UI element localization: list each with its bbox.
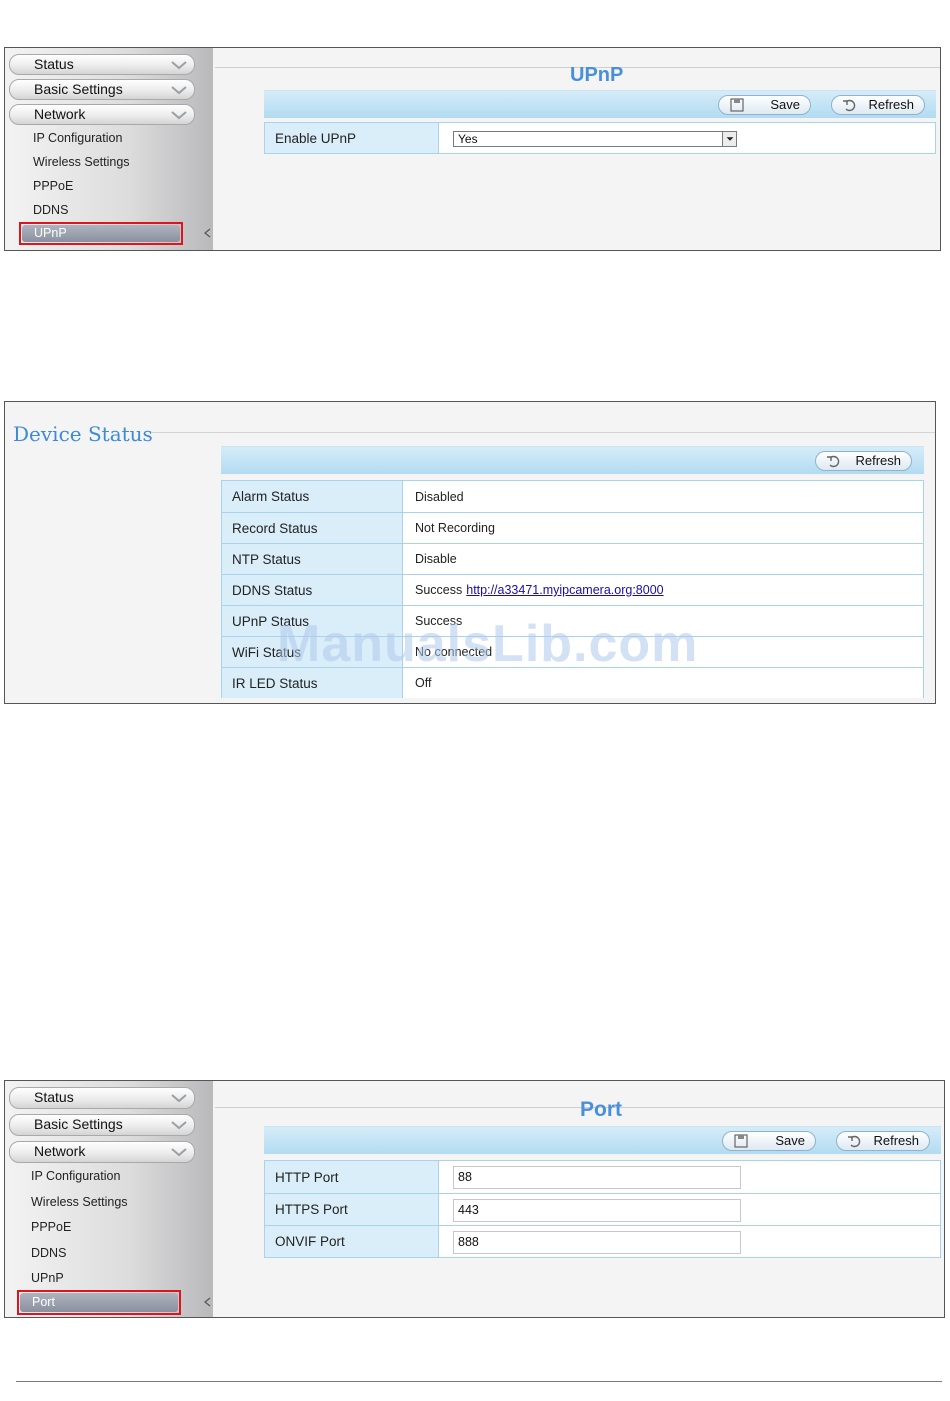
menu-status[interactable]: Status (9, 1087, 195, 1109)
enable-upnp-select[interactable]: Yes (453, 131, 737, 147)
field-label: Enable UPnP (265, 123, 439, 153)
save-icon (730, 98, 744, 112)
submenu-pppoe[interactable]: PPPoE (33, 178, 73, 194)
field-value-cell: 443 (439, 1194, 940, 1225)
submenu-label: UPnP (22, 225, 180, 242)
chevron-down-icon (171, 61, 187, 70)
status-label: NTP Status (222, 544, 403, 574)
refresh-button[interactable]: Refresh (836, 1131, 930, 1151)
ddns-url-link[interactable]: http://a33471.myipcamera.org:8000 (466, 583, 663, 597)
save-button[interactable]: Save (722, 1131, 816, 1151)
form-row: ONVIF Port 888 (265, 1225, 940, 1257)
upnp-form: Enable UPnP Yes (264, 122, 936, 154)
chevron-down-icon (171, 86, 187, 95)
field-value-cell: Yes (439, 123, 935, 153)
refresh-label: Refresh (868, 97, 914, 112)
chevron-down-icon (171, 111, 187, 120)
save-label: Save (770, 97, 800, 112)
status-value: Disable (403, 544, 923, 574)
action-toolbar: Refresh (221, 446, 924, 474)
refresh-label: Refresh (873, 1133, 919, 1148)
device-status-panel: Device Status Refresh Alarm Status Disab… (4, 401, 936, 704)
refresh-icon (848, 1135, 861, 1148)
status-value: Success (415, 583, 463, 597)
https-port-input[interactable]: 443 (453, 1199, 741, 1222)
header-divider (151, 432, 935, 433)
menu-network[interactable]: Network (9, 1141, 195, 1163)
status-value: Disabled (403, 481, 923, 512)
http-port-input[interactable]: 88 (453, 1166, 741, 1189)
field-value-cell: 888 (439, 1226, 940, 1257)
status-value: Not Recording (403, 513, 923, 543)
refresh-button[interactable]: Refresh (831, 95, 925, 115)
submenu-wireless-settings[interactable]: Wireless Settings (33, 154, 130, 170)
watermark: ManualsLib.com (277, 615, 699, 673)
menu-label: Network (34, 1143, 86, 1159)
save-button[interactable]: Save (718, 95, 811, 115)
status-row: Alarm Status Disabled (222, 481, 923, 512)
submenu-pppoe[interactable]: PPPoE (31, 1219, 71, 1235)
refresh-icon (827, 455, 840, 468)
status-label: Alarm Status (222, 481, 403, 512)
menu-label: Basic Settings (34, 81, 123, 97)
refresh-label: Refresh (855, 453, 901, 468)
menu-network[interactable]: Network (9, 104, 195, 125)
field-label: HTTPS Port (265, 1194, 439, 1225)
collapse-arrow-icon[interactable] (203, 1297, 211, 1307)
status-row: Record Status Not Recording (222, 512, 923, 543)
menu-basic-settings[interactable]: Basic Settings (9, 79, 195, 100)
status-label: DDNS Status (222, 575, 403, 605)
upnp-settings-panel: Status Basic Settings Network IP Configu… (4, 47, 941, 251)
form-row: HTTP Port 88 (265, 1161, 940, 1193)
select-value: Yes (458, 132, 478, 146)
menu-status[interactable]: Status (9, 54, 195, 75)
field-label: HTTP Port (265, 1161, 439, 1193)
sidebar-menu: Status Basic Settings Network IP Configu… (5, 48, 213, 250)
status-label: Record Status (222, 513, 403, 543)
menu-basic-settings[interactable]: Basic Settings (9, 1114, 195, 1136)
menu-label: Basic Settings (34, 1116, 123, 1132)
sidebar-menu: Status Basic Settings Network IP Configu… (5, 1081, 213, 1317)
action-toolbar: Save Refresh (264, 1126, 941, 1154)
status-row: DDNS Status Success http://a33471.myipca… (222, 574, 923, 605)
port-settings-panel: Status Basic Settings Network IP Configu… (4, 1080, 945, 1318)
page-title: UPnP (570, 64, 624, 86)
submenu-port-selected[interactable]: Port (17, 1290, 181, 1315)
submenu-ip-configuration[interactable]: IP Configuration (31, 1168, 120, 1184)
onvif-port-input[interactable]: 888 (453, 1231, 741, 1254)
form-row: HTTPS Port 443 (265, 1193, 940, 1225)
submenu-ddns[interactable]: DDNS (33, 202, 68, 218)
chevron-down-icon (171, 1121, 187, 1130)
submenu-upnp[interactable]: UPnP (31, 1270, 64, 1286)
status-row: NTP Status Disable (222, 543, 923, 574)
menu-label: Status (34, 56, 74, 72)
refresh-button[interactable]: Refresh (815, 451, 912, 471)
submenu-upnp-selected[interactable]: UPnP (19, 222, 183, 245)
menu-label: Network (34, 106, 86, 122)
dropdown-arrow-icon (722, 132, 736, 146)
collapse-arrow-icon[interactable] (203, 228, 211, 238)
page-title: Device Status (13, 422, 153, 446)
page-footer-divider (16, 1381, 942, 1382)
submenu-label: Port (20, 1293, 178, 1312)
submenu-ip-configuration[interactable]: IP Configuration (33, 130, 122, 146)
save-label: Save (775, 1133, 805, 1148)
status-value-cell: Success http://a33471.myipcamera.org:800… (403, 575, 923, 605)
form-row: Enable UPnP Yes (265, 123, 935, 153)
action-toolbar: Save Refresh (264, 90, 936, 118)
save-icon (734, 1134, 748, 1148)
chevron-down-icon (171, 1094, 187, 1103)
field-value-cell: 88 (439, 1161, 940, 1193)
page-title: Port (580, 1098, 622, 1121)
refresh-icon (843, 99, 856, 112)
submenu-wireless-settings[interactable]: Wireless Settings (31, 1194, 128, 1210)
field-label: ONVIF Port (265, 1226, 439, 1257)
submenu-ddns[interactable]: DDNS (31, 1245, 66, 1261)
chevron-down-icon (171, 1148, 187, 1157)
port-form: HTTP Port 88 HTTPS Port 443 ONVIF Port 8… (264, 1160, 941, 1258)
menu-label: Status (34, 1089, 74, 1105)
